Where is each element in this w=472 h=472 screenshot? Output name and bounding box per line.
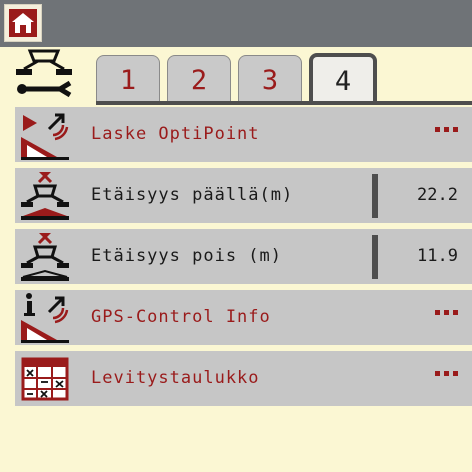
row-label: Laske OptiPoint xyxy=(91,124,260,144)
top-bar xyxy=(0,0,472,47)
row-label: Etäisyys päällä(m) xyxy=(91,185,294,205)
menu-row-levitystaulukko[interactable]: Levitystaulukko xyxy=(15,351,472,406)
row-label: GPS-Control Info xyxy=(91,307,271,327)
menu-row-laske-optipoint[interactable]: Laske OptiPoint xyxy=(15,107,472,162)
optipoint-calc-icon xyxy=(21,113,69,160)
value-field[interactable]: 11.9 xyxy=(417,229,458,284)
menu-row-distance-off[interactable]: Etäisyys pois (m) 11.9 xyxy=(15,229,472,284)
tab-1[interactable]: 1 xyxy=(96,55,160,105)
home-button[interactable] xyxy=(4,4,42,42)
distance-off-icon xyxy=(21,233,69,281)
tab-3[interactable]: 3 xyxy=(238,55,302,105)
distance-on-icon xyxy=(21,172,69,220)
more-options-icon[interactable] xyxy=(435,310,458,315)
tab-area: 1 2 3 4 xyxy=(0,47,472,105)
more-options-icon[interactable] xyxy=(435,371,458,376)
menu-row-distance-on[interactable]: Etäisyys päällä(m) 22.2 xyxy=(15,168,472,223)
value-separator xyxy=(372,174,378,218)
gps-info-icon xyxy=(21,293,69,343)
spread-table-icon xyxy=(21,357,69,401)
row-label: Etäisyys pois (m) xyxy=(91,246,282,266)
more-options-icon[interactable] xyxy=(435,127,458,132)
row-label: Levitystaulukko xyxy=(91,368,260,388)
tab-underline xyxy=(96,101,472,105)
value-field[interactable]: 22.2 xyxy=(417,168,458,223)
home-icon xyxy=(9,9,37,37)
machine-settings-icon xyxy=(16,49,72,98)
menu-row-gps-control-info[interactable]: GPS-Control Info xyxy=(15,290,472,345)
tab-2[interactable]: 2 xyxy=(167,55,231,105)
value-separator xyxy=(372,235,378,279)
tab-4[interactable]: 4 xyxy=(309,53,377,105)
